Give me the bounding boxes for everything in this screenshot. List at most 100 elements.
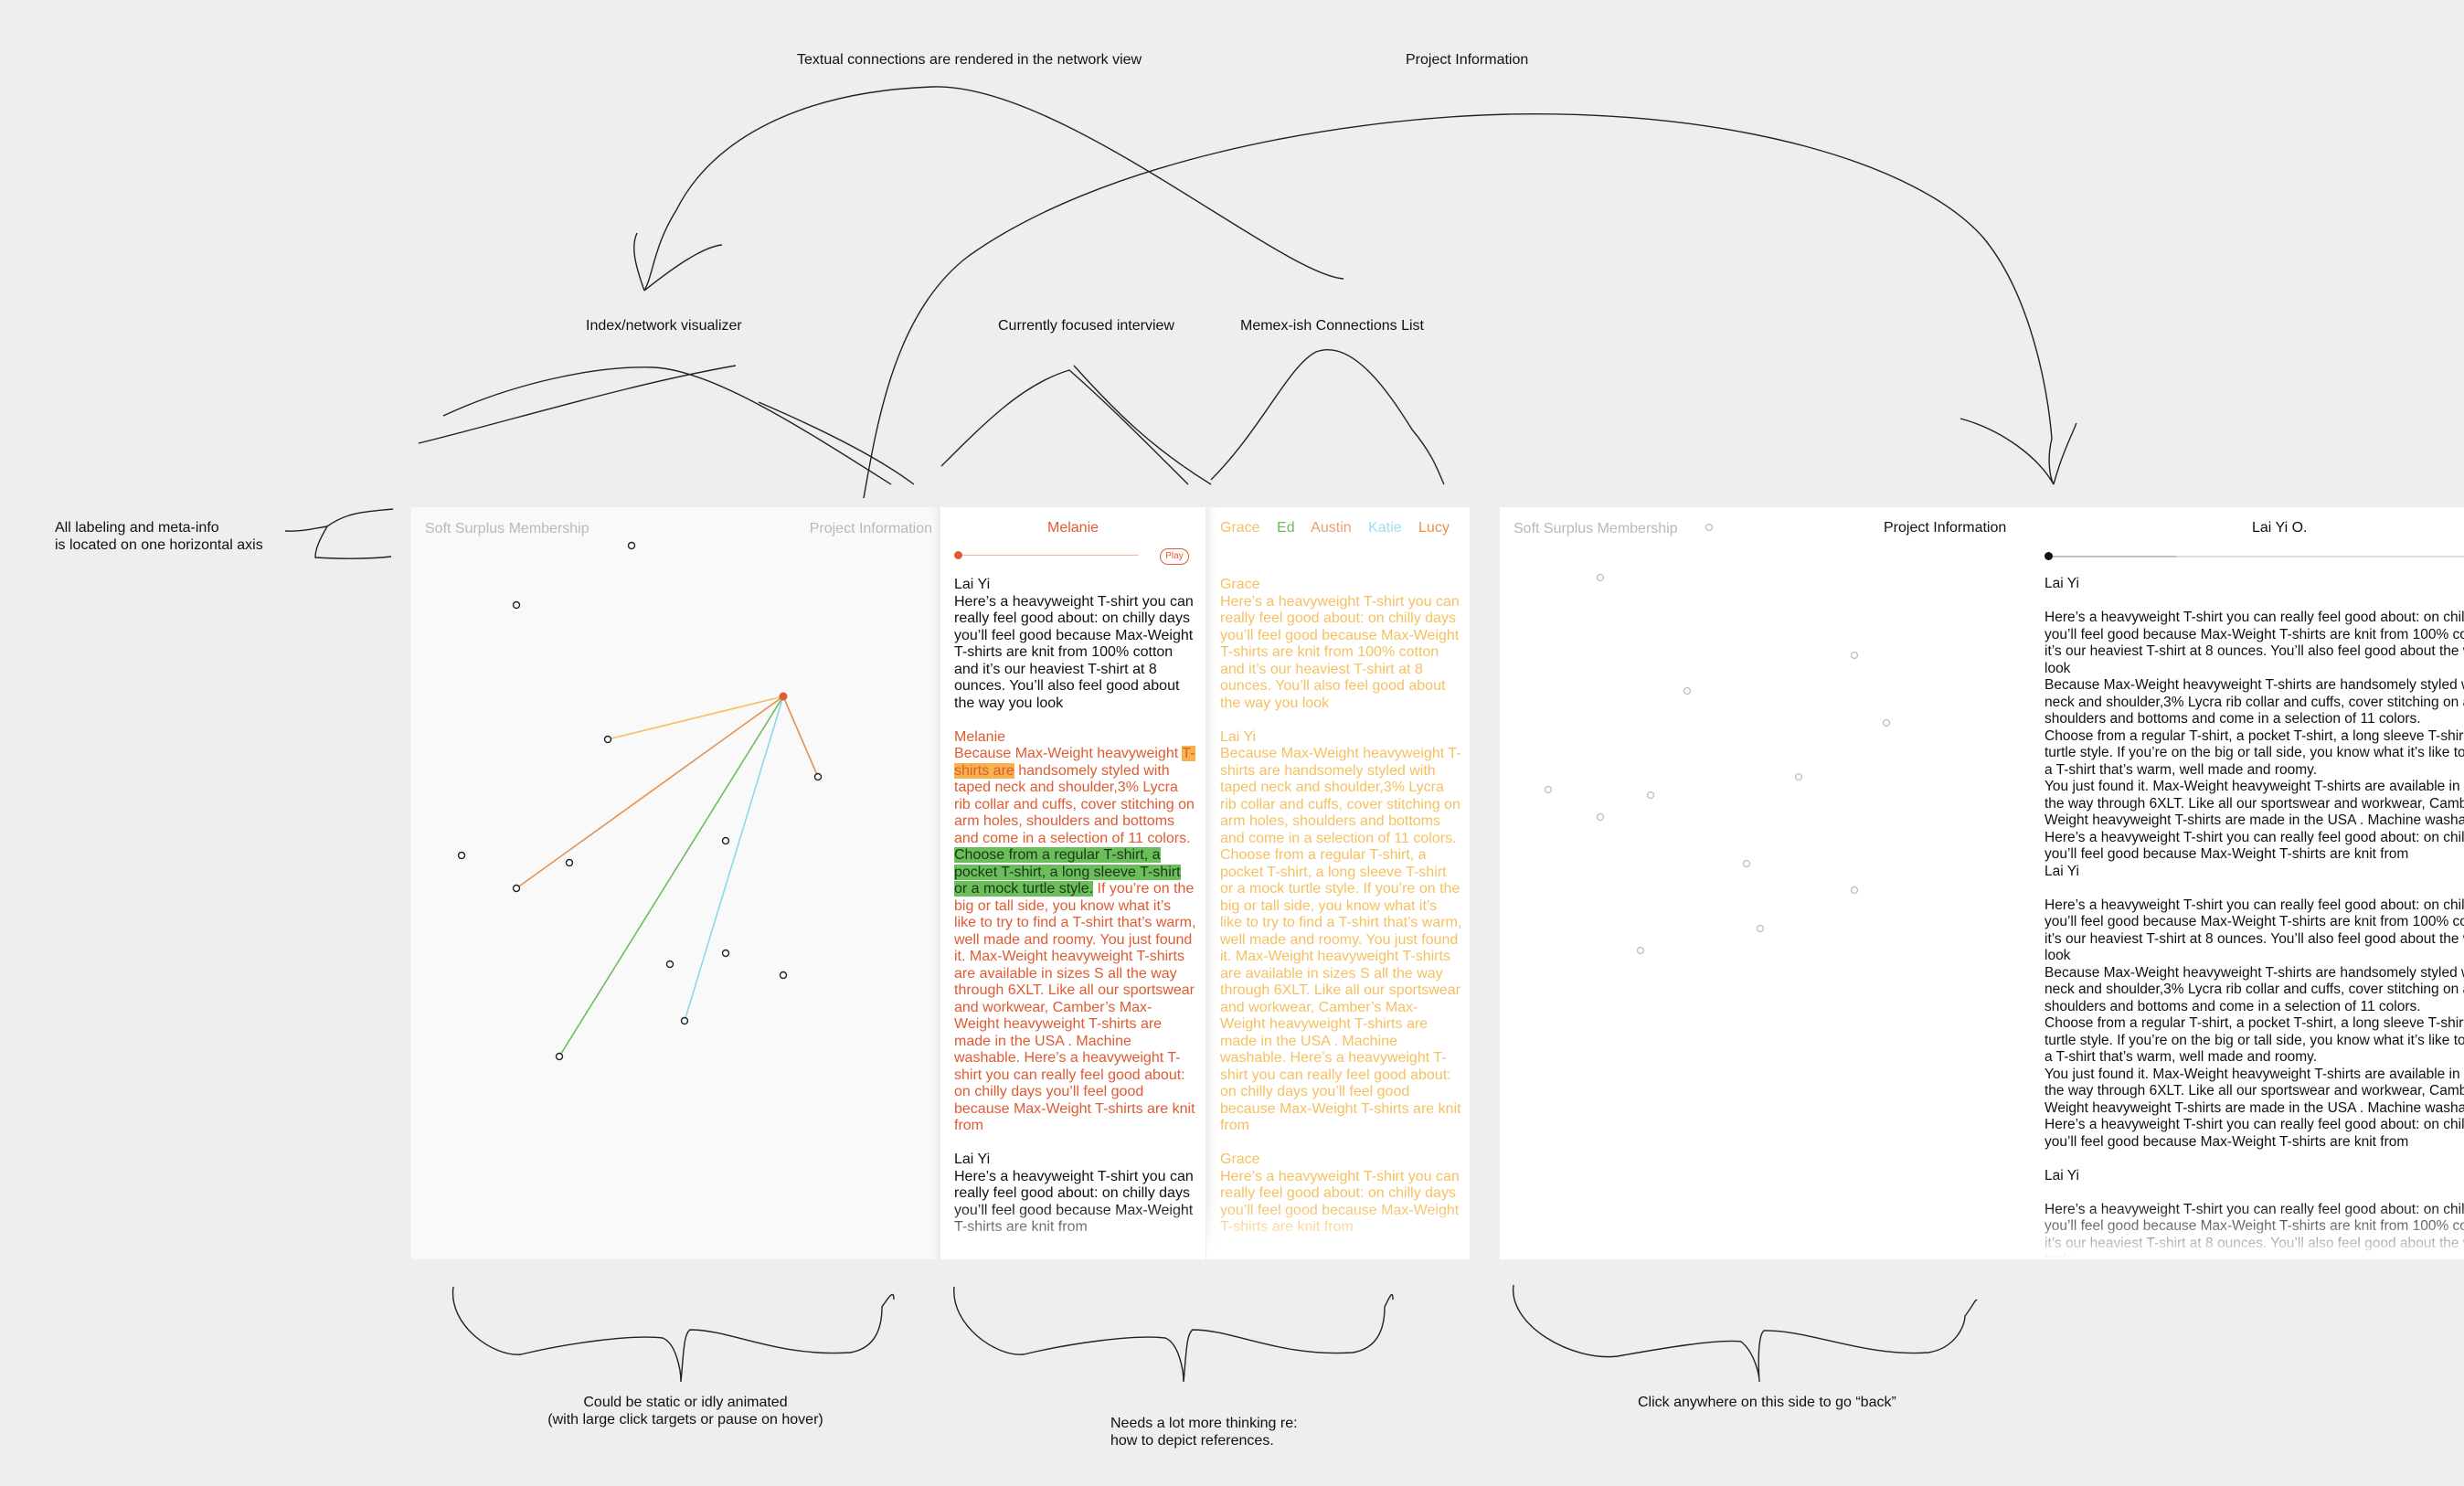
transcript-text: Because Max-Weight heavyweight (954, 746, 1183, 761)
speaker-name: Lai Yi (2044, 1167, 2079, 1183)
focused-interview-node[interactable] (779, 692, 788, 701)
interview-node[interactable] (565, 858, 574, 867)
brace-network (451, 1286, 895, 1383)
annotation-click-back: Click anywhere on this side to go “back” (1638, 1395, 1896, 1410)
interview-node[interactable] (512, 600, 521, 610)
edge-lucy (782, 695, 819, 778)
speaker-name: Lai Yi (2044, 863, 2079, 879)
connection-tabs: Grace Ed Austin Katie Lucy (1220, 520, 1462, 536)
interview-node-dimmed[interactable] (1742, 859, 1751, 868)
transcript-text: Here’s a heavyweight T-shirt you can rea… (2044, 897, 2464, 1150)
connections-list-panel: Grace Ed Austin Katie Lucy Grace Here’s … (1206, 507, 1470, 1259)
arrow-textual-connections (633, 86, 1344, 292)
interview-node[interactable] (665, 960, 674, 969)
annotation-memex-list: Memex-ish Connections List (1240, 318, 1424, 334)
connection-text: Because Max-Weight heavyweight T-shirts … (1220, 746, 1462, 1133)
interview-title: Melanie (1046, 520, 1099, 536)
network-graph[interactable] (411, 507, 940, 1259)
connection-tab-austin[interactable]: Austin (1311, 520, 1351, 536)
playback-buffered (2048, 556, 2176, 557)
annotation-project-information: Project Information (1406, 52, 1529, 68)
annotation-left-axis: All labeling and meta-info is located on… (55, 519, 263, 554)
annotation-references-line1: Needs a lot more thinking re: (1110, 1416, 1298, 1431)
connection-tab-katie[interactable]: Katie (1368, 520, 1401, 536)
interview-node-dimmed[interactable] (1850, 651, 1859, 660)
fade-overlay (1206, 1205, 1470, 1259)
interview-node[interactable] (512, 884, 521, 893)
interview-node[interactable] (627, 541, 636, 550)
connections-transcript: Grace Here’s a heavyweight T-shirt you c… (1220, 577, 1462, 1253)
annotation-static-animated: Could be static or idly animated (with l… (530, 1394, 841, 1428)
annotation-left-axis-line2: is located on one horizontal axis (55, 537, 263, 553)
transcript-text: If you’re on the big or tall side, you k… (954, 881, 1196, 1133)
focused-interview-panel: Melanie Play Lai Yi Here’s a heavyweight… (940, 507, 1205, 1259)
speaker-name: Lai Yi (954, 1152, 991, 1167)
interview-node-dimmed[interactable] (1756, 924, 1765, 933)
interview-node-dimmed[interactable] (1596, 812, 1605, 822)
edge-katie (684, 695, 784, 1022)
annotation-static-line2: (with large click targets or pause on ho… (547, 1412, 823, 1428)
speaker-name: Lai Yi (954, 577, 991, 592)
fade-overlay (940, 1205, 1205, 1259)
interview-transcript: Lai Yi Here’s a heavyweight T-shirt you … (954, 577, 1196, 1253)
interview-node[interactable] (680, 1016, 689, 1025)
playback-track[interactable] (956, 555, 1139, 556)
connection-tab-grace[interactable]: Grace (1220, 520, 1260, 536)
interview-node[interactable] (721, 836, 730, 845)
connection-block[interactable]: Lai Yi Because Max-Weight heavyweight T-… (1220, 729, 1462, 1135)
playback-handle[interactable] (2044, 552, 2053, 560)
arrow-index-visualizer (418, 365, 915, 485)
annotation-focused-interview: Currently focused interview (998, 318, 1174, 334)
edge-grace (607, 695, 784, 740)
fade-overlay (1500, 1205, 2464, 1259)
interview-node[interactable] (555, 1052, 564, 1061)
full-transcript: Lai Yi Here’s a heavyweight T-shirt you … (2044, 576, 2464, 1259)
interview-node-dimmed[interactable] (1646, 791, 1655, 800)
interview-node-dimmed[interactable] (1544, 785, 1553, 794)
transcript-text: Here’s a heavyweight T-shirt you can rea… (954, 593, 1194, 711)
interview-node-dimmed[interactable] (1794, 772, 1803, 781)
arrow-project-info (863, 113, 2077, 499)
connection-block[interactable]: Grace Here’s a heavyweight T-shirt you c… (1220, 577, 1462, 712)
speaker-name: Grace (1220, 577, 1260, 592)
back-view-panel[interactable]: Soft Surplus Membership Project Informat… (1500, 507, 2464, 1259)
connection-tab-lucy[interactable]: Lucy (1418, 520, 1450, 536)
speaker-name: Grace (1220, 1152, 1260, 1167)
speaker-name: Melanie (954, 728, 1006, 745)
play-button[interactable]: Play (1160, 548, 1189, 565)
interview-node[interactable] (813, 772, 823, 781)
interview-node-dimmed[interactable] (1882, 718, 1891, 727)
network-visualizer-panel[interactable]: Soft Surplus Membership Project Informat… (411, 507, 940, 1259)
transcript-block-focused: Melanie Because Max-Weight heavyweight T-… (954, 729, 1196, 1135)
interview-node[interactable] (779, 971, 788, 980)
interview-node-dimmed[interactable] (1636, 946, 1645, 955)
connection-text: Here’s a heavyweight T-shirt you can rea… (1220, 593, 1460, 711)
interview-node-dimmed[interactable] (1683, 686, 1692, 695)
annotation-references: Needs a lot more thinking re: how to dep… (1110, 1415, 1298, 1449)
interview-node-dimmed[interactable] (1705, 523, 1714, 532)
playback-handle[interactable] (954, 551, 962, 559)
annotation-references-line2: how to depict references. (1110, 1433, 1274, 1449)
transcript-block: Lai Yi Here’s a heavyweight T-shirt you … (954, 577, 1196, 712)
annotation-left-axis-line1: All labeling and meta-info (55, 520, 219, 536)
speaker-name: Lai Yi (1220, 728, 1257, 745)
connection-tab-ed[interactable]: Ed (1277, 520, 1295, 536)
interview-node-dimmed[interactable] (1596, 573, 1605, 582)
brace-interview (953, 1286, 1394, 1383)
arrow-memex-list (1210, 349, 1445, 485)
interview-node[interactable] (457, 851, 466, 860)
interview-node[interactable] (721, 949, 730, 958)
network-graph-dimmed[interactable] (1500, 507, 2039, 1259)
speaker-name: Lai Yi (2044, 576, 2079, 591)
bracket-left-axis (284, 508, 394, 559)
interview-node-dimmed[interactable] (1850, 886, 1859, 895)
edge-austin (515, 695, 784, 889)
annotation-static-line1: Could be static or idly animated (583, 1395, 788, 1410)
brace-right (1513, 1284, 1978, 1383)
annotation-textual-connections: Textual connections are rendered in the … (797, 52, 1142, 68)
annotation-index-visualizer: Index/network visualizer (586, 318, 742, 334)
arrow-focused-interview (940, 365, 1212, 485)
transcript-text: Here’s a heavyweight T-shirt you can rea… (2044, 610, 2464, 862)
interviewee-name: Lai Yi O. (2252, 520, 2308, 536)
interview-node[interactable] (603, 735, 612, 744)
